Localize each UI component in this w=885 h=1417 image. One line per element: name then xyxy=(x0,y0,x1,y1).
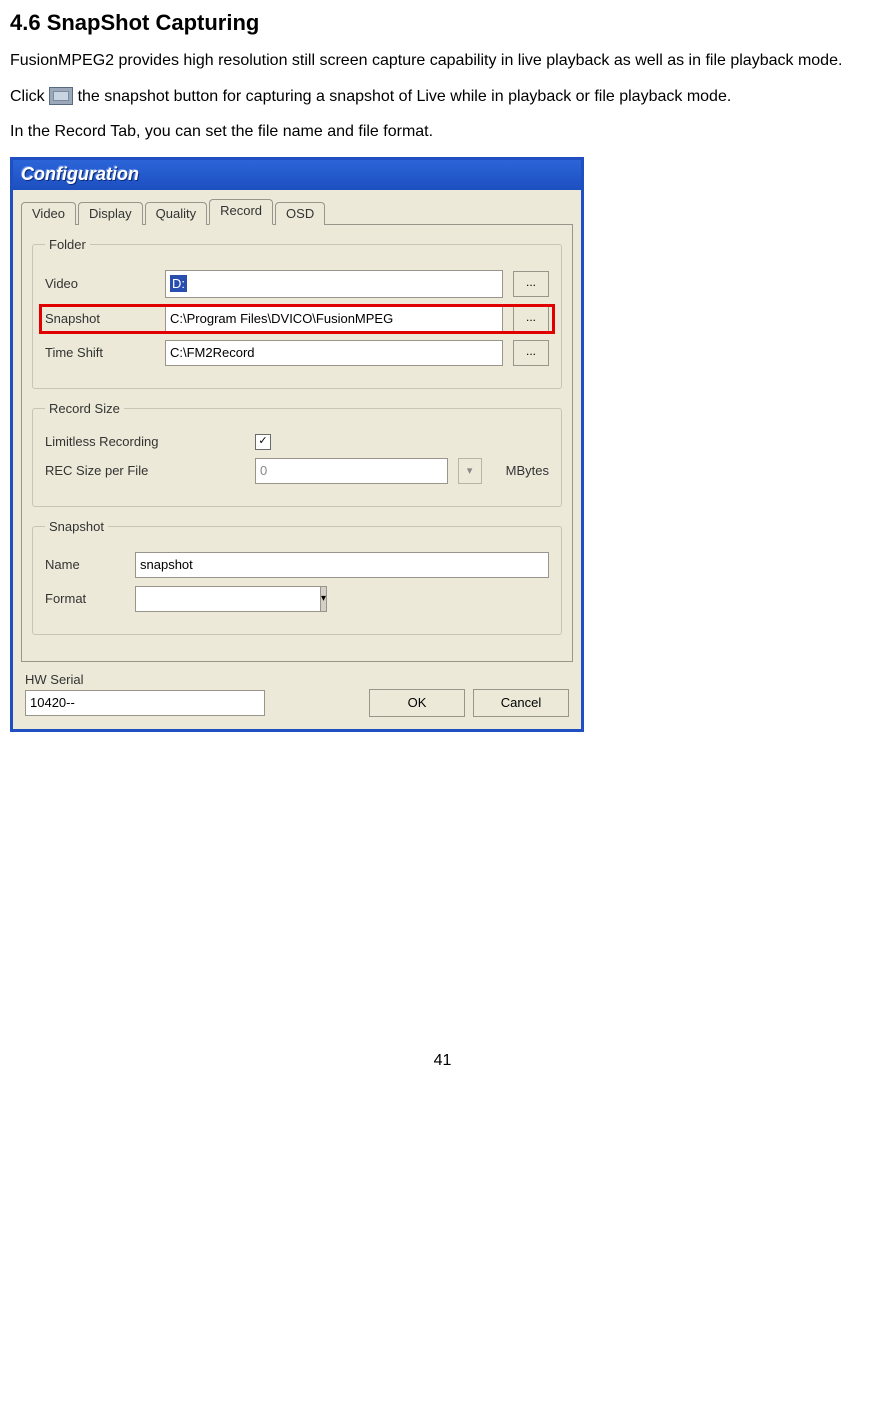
tab-video[interactable]: Video xyxy=(21,202,76,225)
recordsize-fieldset: Record Size Limitless Recording ✓ REC Si… xyxy=(32,401,562,507)
tab-osd[interactable]: OSD xyxy=(275,202,325,225)
folder-video-browse[interactable]: ... xyxy=(513,271,549,297)
dialog-titlebar: Configuration xyxy=(13,160,581,190)
chevron-down-icon[interactable]: ▾ xyxy=(321,586,327,612)
tab-record[interactable]: Record xyxy=(209,199,273,225)
paragraph-2: Click the snapshot button for capturing … xyxy=(10,86,875,108)
folder-timeshift-input[interactable] xyxy=(165,340,503,366)
recsize-unit: MBytes xyxy=(506,463,549,478)
folder-snapshot-input[interactable] xyxy=(165,306,503,332)
folder-snapshot-browse[interactable]: ... xyxy=(513,306,549,332)
snapshot-format-combo[interactable]: ▾ xyxy=(135,586,295,612)
recsize-row: REC Size per File ▾ MBytes xyxy=(45,458,549,484)
para2-part-b: the snapshot button for capturing a snap… xyxy=(78,88,732,105)
ok-button[interactable]: OK xyxy=(369,689,465,717)
limitless-row: Limitless Recording ✓ xyxy=(45,434,549,450)
hw-serial-label: HW Serial xyxy=(25,672,569,687)
page-number: 41 xyxy=(10,1052,875,1070)
tab-quality[interactable]: Quality xyxy=(145,202,207,225)
folder-snapshot-row: Snapshot ... xyxy=(45,306,549,332)
para2-part-a: Click xyxy=(10,88,49,105)
cancel-button[interactable]: Cancel xyxy=(473,689,569,717)
snapshot-format-row: Format ▾ xyxy=(45,586,549,612)
paragraph-1: FusionMPEG2 provides high resolution sti… xyxy=(10,50,875,72)
dialog-tabs: Video Display Quality Record OSD xyxy=(21,198,573,224)
snapshot-legend: Snapshot xyxy=(45,519,108,534)
folder-timeshift-browse[interactable]: ... xyxy=(513,340,549,366)
snapshot-fieldset: Snapshot Name Format ▾ xyxy=(32,519,562,635)
recsize-dropdown-icon: ▾ xyxy=(458,458,482,484)
dialog-bottom-row: OK Cancel xyxy=(25,689,569,717)
snapshot-format-label: Format xyxy=(45,591,125,606)
recordsize-legend: Record Size xyxy=(45,401,124,416)
limitless-checkbox[interactable]: ✓ xyxy=(255,434,271,450)
folder-video-row: Video D: ... xyxy=(45,270,549,298)
section-heading: 4.6 SnapShot Capturing xyxy=(10,10,875,36)
folder-video-label: Video xyxy=(45,276,155,291)
paragraph-3: In the Record Tab, you can set the file … xyxy=(10,121,875,143)
hw-serial-input[interactable] xyxy=(25,690,265,716)
folder-timeshift-row: Time Shift ... xyxy=(45,340,549,366)
tab-panel-record: Folder Video D: ... // we'll let the gen… xyxy=(21,224,573,662)
limitless-label: Limitless Recording xyxy=(45,434,245,449)
snapshot-format-value[interactable] xyxy=(135,586,321,612)
snapshot-button-icon xyxy=(49,87,73,105)
tab-display[interactable]: Display xyxy=(78,202,143,225)
folder-timeshift-label: Time Shift xyxy=(45,345,155,360)
configuration-dialog: Configuration Video Display Quality Reco… xyxy=(10,157,584,732)
snapshot-name-input[interactable] xyxy=(135,552,549,578)
recsize-label: REC Size per File xyxy=(45,463,245,478)
recsize-input xyxy=(255,458,448,484)
folder-legend: Folder xyxy=(45,237,90,252)
snapshot-name-label: Name xyxy=(45,557,125,572)
folder-snapshot-label: Snapshot xyxy=(45,311,155,326)
folder-fieldset: Folder Video D: ... // we'll let the gen… xyxy=(32,237,562,389)
dialog-title: Configuration xyxy=(21,164,139,185)
folder-video-value: D: xyxy=(170,275,187,292)
snapshot-name-row: Name xyxy=(45,552,549,578)
